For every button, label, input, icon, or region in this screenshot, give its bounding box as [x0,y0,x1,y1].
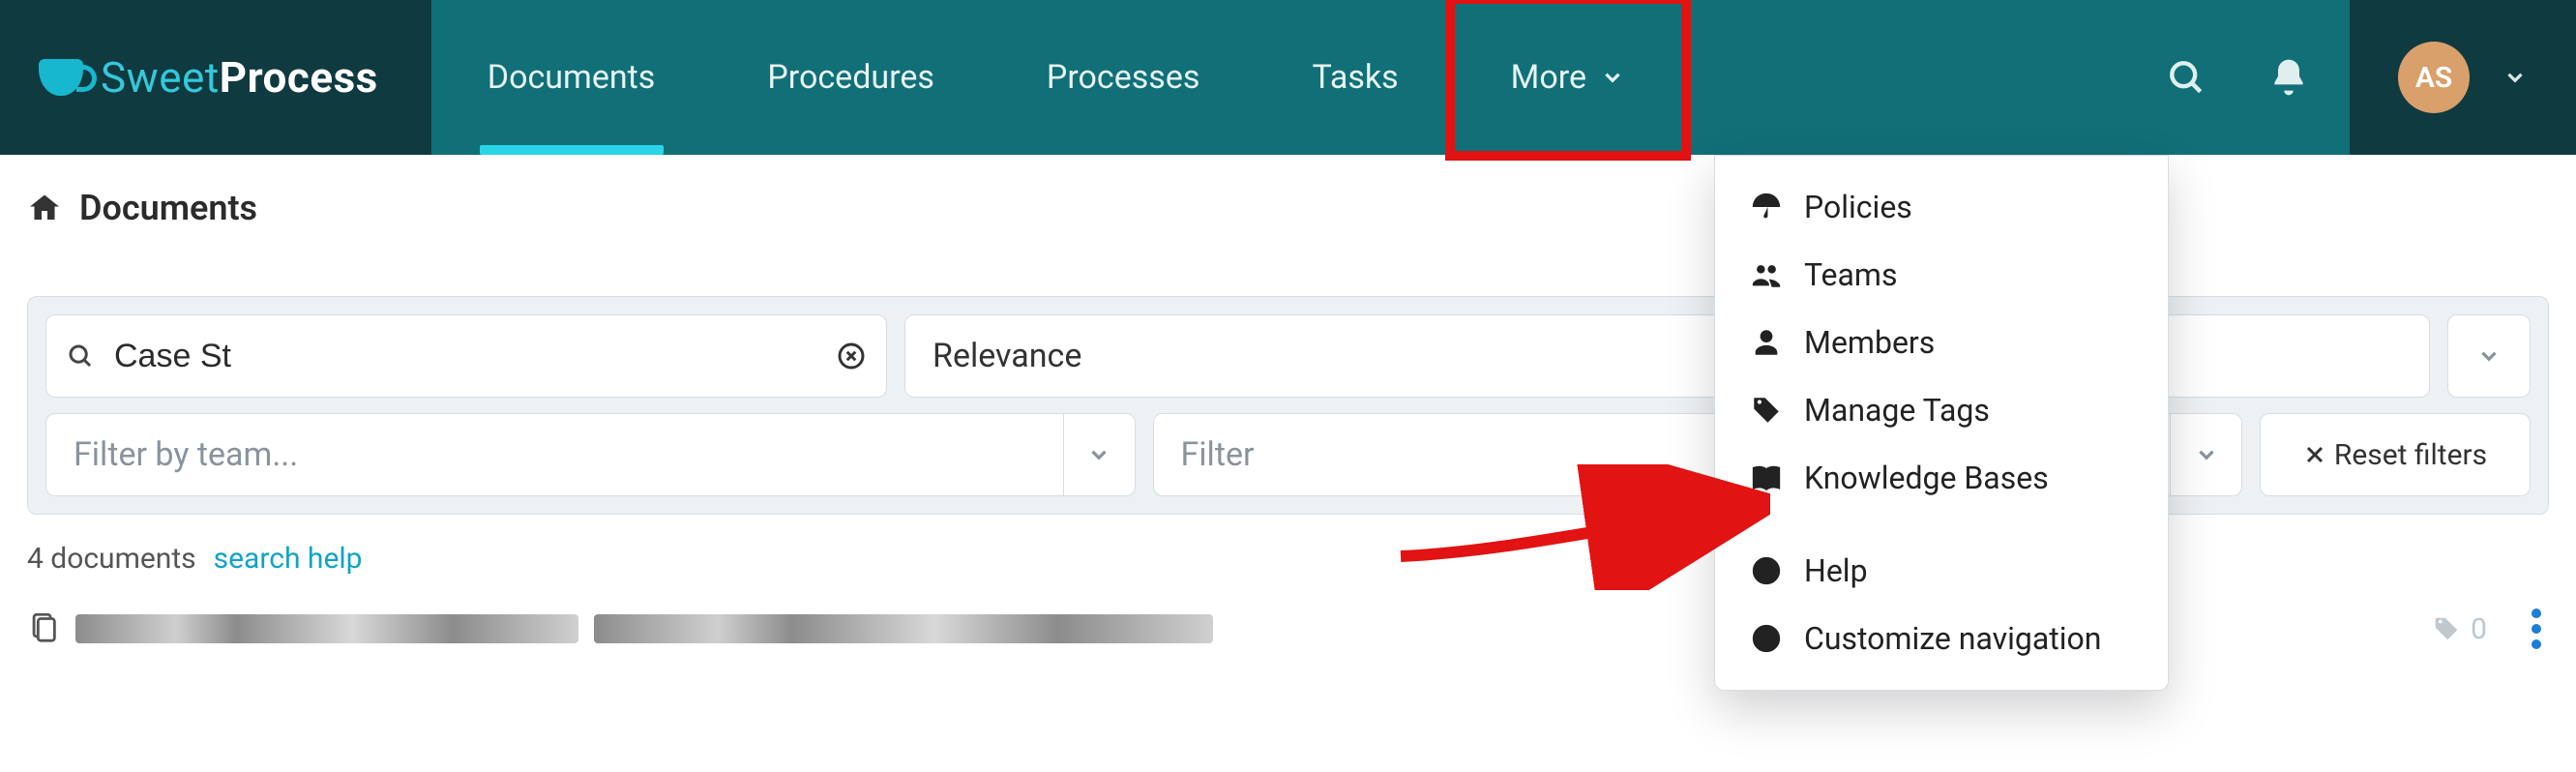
nav-more[interactable]: More [1455,0,1681,155]
search-input[interactable] [112,337,818,376]
chevron-down-icon [2476,343,2502,369]
tag-count: 0 [2471,612,2487,646]
brand-process: Process [220,52,378,103]
book-icon [1750,461,1783,494]
nav-label: Tasks [1312,58,1398,97]
result-tags: 0 [2432,609,2549,649]
sort-select[interactable]: Relevance [904,314,2430,398]
dropdown-item-label: Help [1804,552,1868,589]
top-navbar: SweetProcess Documents Procedures Proces… [0,0,2576,155]
nav-label: More [1511,58,1586,97]
help-icon [1750,554,1783,587]
dropdown-separator [1715,512,2168,537]
brand-sweet: Sweet [101,52,220,103]
dropdown-item-label: Policies [1804,189,1912,225]
redacted-text [594,614,1213,643]
close-icon [2303,443,2326,466]
dropdown-customize-nav[interactable]: Customize navigation [1715,605,2168,672]
dropdown-item-label: Teams [1804,256,1898,293]
tag-icon [1750,394,1783,427]
dropdown-item-label: Knowledge Bases [1804,460,2049,496]
nav-more-wrapper: More [1455,0,1681,155]
tag-filter-toggle[interactable] [2447,314,2531,398]
document-icon [27,610,60,647]
search-help-link[interactable]: search help [214,542,363,576]
filter-panel: Relevance Filter by team... Filter [27,296,2549,515]
bell-icon[interactable] [2266,55,2311,100]
dropdown-policies[interactable]: Policies [1715,173,2168,241]
dropdown-members[interactable]: Members [1715,309,2168,376]
slash-circle-icon [1750,622,1783,655]
chevron-down-icon [1600,65,1625,90]
search-icon[interactable] [2164,55,2208,100]
page-content: Documents Relevance Filter [0,155,2576,672]
avatar-initials: AS [2415,61,2452,95]
nav-label: Procedures [767,58,934,97]
chevron-down-icon [1063,414,1135,495]
sort-label: Relevance [933,337,1081,375]
dropdown-help[interactable]: Help [1715,537,2168,605]
nav-documents[interactable]: Documents [431,0,712,155]
nav-label: Processes [1047,58,1200,97]
member-icon [1750,326,1783,359]
team-filter-placeholder: Filter by team... [46,435,1063,474]
dropdown-item-label: Customize navigation [1804,620,2101,657]
umbrella-icon [1750,191,1783,223]
dropdown-manage-tags[interactable]: Manage Tags [1715,376,2168,444]
page-title: Documents [79,188,257,228]
breadcrumb: Documents [27,188,2549,228]
more-dropdown: Policies Teams Members Manage Tags Knowl… [1714,155,2169,691]
nav-tasks[interactable]: Tasks [1256,0,1454,155]
clear-search-icon[interactable] [836,341,867,371]
results-count: 4 documents [27,542,196,576]
results-meta: 4 documents search help [27,542,2549,576]
dropdown-teams[interactable]: Teams [1715,241,2168,309]
team-filter-select[interactable]: Filter by team... [45,413,1136,496]
avatar: AS [2398,42,2470,113]
dropdown-item-label: Members [1804,324,1935,361]
reset-filters-label: Reset filters [2334,438,2487,472]
home-icon [27,191,62,225]
nav-label: Documents [488,58,656,97]
dropdown-item-label: Manage Tags [1804,392,1990,429]
tag-icon [2432,614,2461,643]
chevron-down-icon [2502,65,2528,90]
user-menu[interactable]: AS [2350,0,2576,155]
teams-icon [1750,258,1783,291]
chevron-down-icon [2170,414,2241,495]
primary-nav: Documents Procedures Processes Tasks Mor… [431,0,1681,155]
nav-utility-icons [2125,0,2350,155]
mug-icon [39,59,83,96]
search-input-wrapper[interactable] [45,314,887,398]
dropdown-knowledge-bases[interactable]: Knowledge Bases [1715,444,2168,512]
redacted-text [75,614,578,643]
row-actions-menu[interactable] [2524,609,2549,649]
search-icon [66,341,95,371]
brand-text: SweetProcess [101,52,378,103]
nav-processes[interactable]: Processes [991,0,1257,155]
result-row[interactable]: 0 [27,609,2549,649]
brand-logo[interactable]: SweetProcess [0,0,431,155]
nav-procedures[interactable]: Procedures [711,0,991,155]
reset-filters-button[interactable]: Reset filters [2260,413,2531,496]
